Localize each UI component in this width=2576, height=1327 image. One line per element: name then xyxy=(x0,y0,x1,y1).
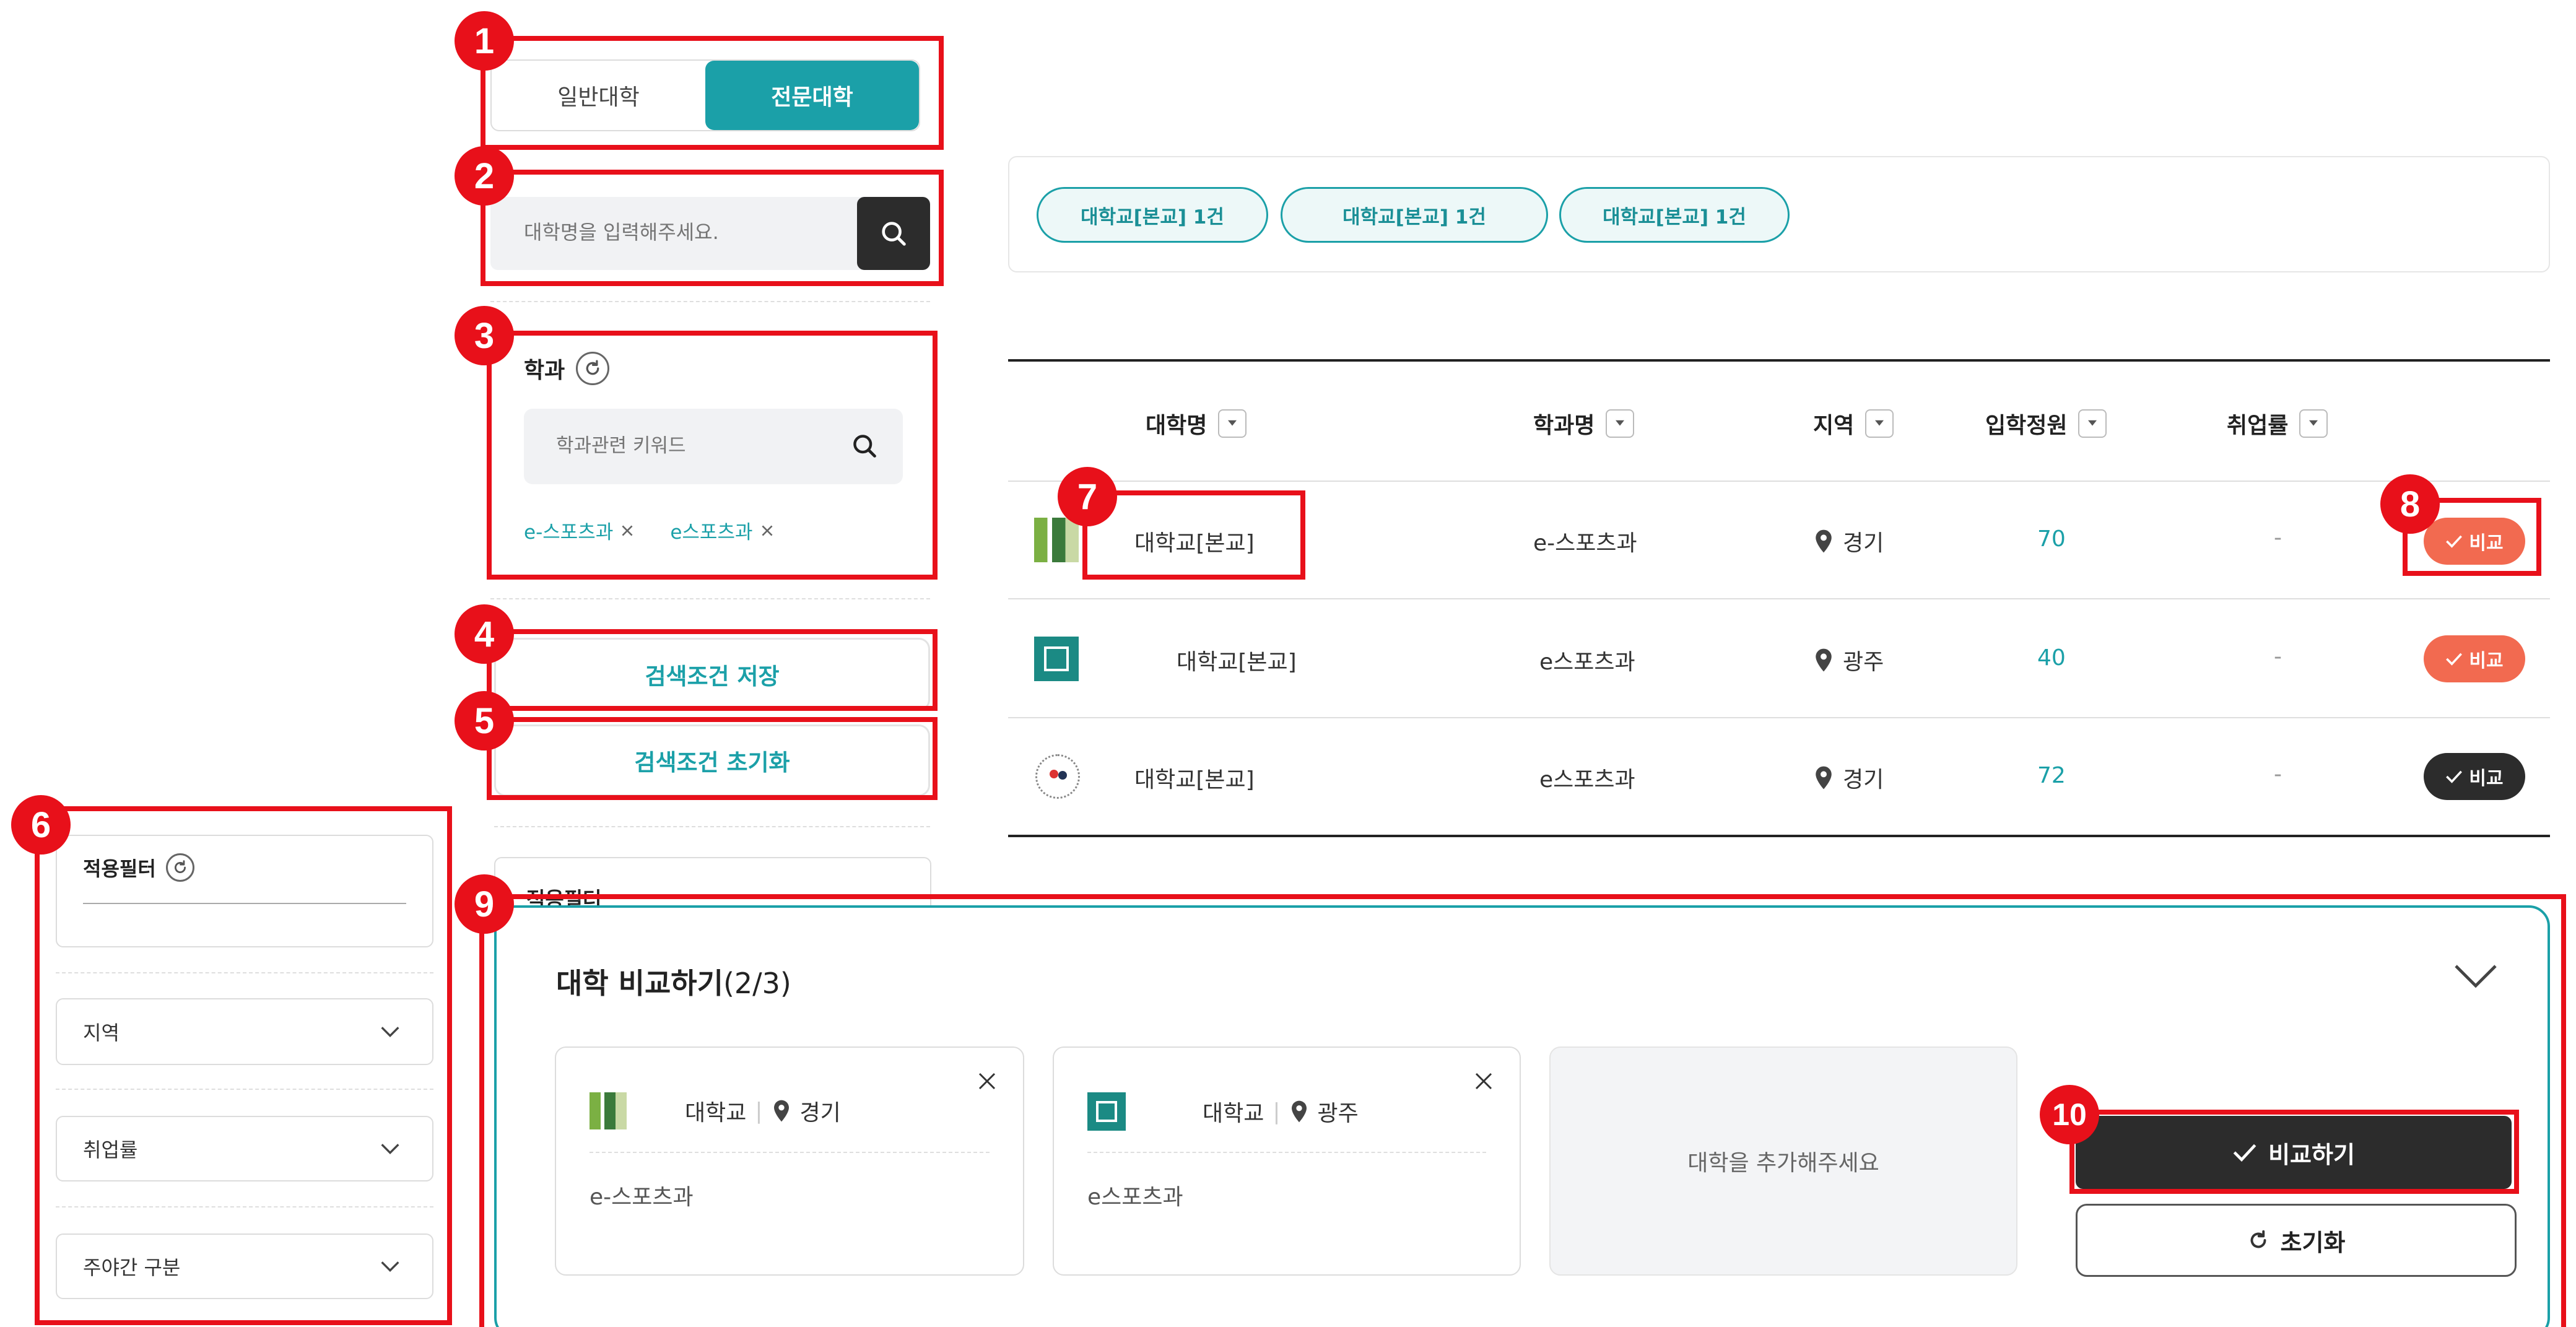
annotation-box-10 xyxy=(2069,1110,2519,1194)
divider xyxy=(490,301,930,302)
university-name[interactable]: 대학교[본교] xyxy=(1134,762,1255,794)
table-top-border xyxy=(1008,359,2550,362)
capacity-value: 70 xyxy=(2037,526,2066,552)
region-cell: 경기 xyxy=(1813,525,1884,557)
location-pin-icon xyxy=(1816,648,1832,672)
annotation-badge: 8 xyxy=(2380,474,2440,534)
employment-value: - xyxy=(2274,762,2282,787)
header-capacity-label: 입학정원 xyxy=(1985,413,2068,438)
sort-dropdown-icon[interactable] xyxy=(2299,409,2328,438)
annotation-badge: 6 xyxy=(11,795,71,855)
location-pin-icon xyxy=(1816,529,1832,553)
header-university[interactable]: 대학명 xyxy=(1146,407,1247,440)
annotation-badge: 4 xyxy=(455,604,514,664)
divider xyxy=(494,826,930,827)
annotation-badge: 7 xyxy=(1058,467,1117,526)
department-name: e스포츠과 xyxy=(1539,767,1635,793)
row-divider xyxy=(1008,717,2550,718)
annotation-badge: 9 xyxy=(455,874,514,934)
region-label: 경기 xyxy=(1843,531,1884,556)
annotation-box-2 xyxy=(481,170,944,286)
annotation-box-4 xyxy=(487,629,938,711)
sort-dropdown-icon[interactable] xyxy=(1865,409,1894,438)
sort-dropdown-icon[interactable] xyxy=(2078,409,2107,438)
compare-button-label: 비교 xyxy=(2469,650,2504,672)
university-logo xyxy=(1034,518,1079,562)
employment-value: - xyxy=(2274,525,2282,550)
result-tag[interactable]: 대학교[본교] 1건 xyxy=(1559,187,1790,243)
check-icon xyxy=(2446,770,2463,783)
row-divider xyxy=(1008,598,2550,599)
annotation-badge: 10 xyxy=(2040,1085,2099,1144)
department-name: e스포츠과 xyxy=(1539,650,1635,675)
compare-button[interactable]: 비교 xyxy=(2424,635,2525,682)
compare-button-label: 비교 xyxy=(2469,768,2504,790)
annotation-badge: 1 xyxy=(455,11,514,71)
annotation-badge: 5 xyxy=(455,691,514,751)
sort-dropdown-icon[interactable] xyxy=(1218,409,1247,438)
annotation-box-6 xyxy=(35,806,452,1325)
annotation-badge: 3 xyxy=(455,306,514,365)
sort-dropdown-icon[interactable] xyxy=(1606,409,1635,438)
header-region[interactable]: 지역 xyxy=(1813,407,1894,440)
region-cell: 경기 xyxy=(1813,762,1884,794)
header-capacity[interactable]: 입학정원 xyxy=(1985,407,2107,440)
header-employment-label: 취업률 xyxy=(2227,413,2289,438)
university-logo xyxy=(1035,754,1080,799)
employment-value: - xyxy=(2274,644,2282,669)
university-name[interactable]: 대학교[본교] xyxy=(1177,644,1297,676)
region-cell: 광주 xyxy=(1813,644,1884,676)
result-tag[interactable]: 대학교[본교] 1건 xyxy=(1281,187,1548,243)
annotation-badge: 2 xyxy=(455,146,514,206)
compare-button[interactable]: 비교 xyxy=(2424,753,2525,800)
header-region-label: 지역 xyxy=(1813,413,1855,438)
header-employment[interactable]: 취업률 xyxy=(2227,407,2328,440)
header-department-label: 학과명 xyxy=(1533,413,1595,438)
result-tag-panel: 대학교[본교] 1건 대학교[본교] 1건 대학교[본교] 1건 xyxy=(1008,156,2550,272)
annotation-box-5 xyxy=(487,717,938,800)
location-pin-icon xyxy=(1816,766,1832,790)
department-name: e-스포츠과 xyxy=(1533,531,1637,556)
region-label: 광주 xyxy=(1843,650,1884,675)
result-tag[interactable]: 대학교[본교] 1건 xyxy=(1037,187,1268,243)
capacity-value: 40 xyxy=(2037,645,2066,671)
header-university-label: 대학명 xyxy=(1146,413,1208,438)
capacity-value: 72 xyxy=(2037,763,2066,788)
annotation-box-1 xyxy=(481,36,944,150)
divider xyxy=(490,598,930,599)
region-label: 경기 xyxy=(1843,767,1884,793)
header-department[interactable]: 학과명 xyxy=(1533,407,1635,440)
check-icon xyxy=(2446,653,2463,666)
table-bottom-border xyxy=(1008,835,2550,837)
annotation-box-3 xyxy=(487,331,938,580)
row-divider xyxy=(1008,481,2550,482)
university-logo xyxy=(1034,637,1079,681)
